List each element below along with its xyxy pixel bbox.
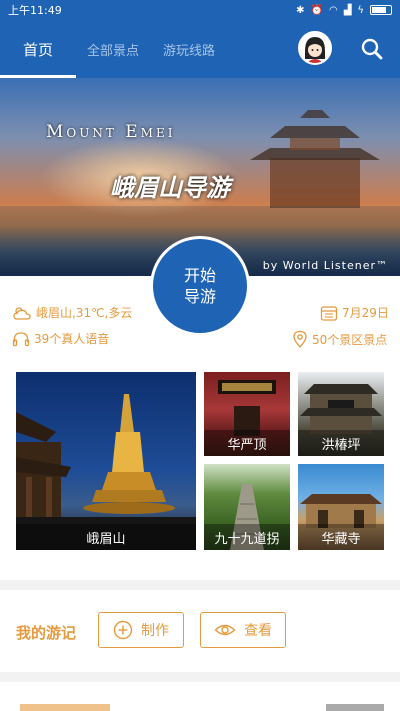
next-section-peek: [0, 682, 400, 711]
bluetooth-icon: ✱: [296, 4, 305, 16]
audio-info: 39个真人语音: [12, 330, 109, 347]
date-text: 7月29日: [342, 306, 389, 320]
tab-routes[interactable]: 游玩线路: [163, 20, 215, 78]
status-bar: 上午11:49 ✱ ⏰ ◠ ▟ ϟ: [0, 0, 400, 20]
battery-icon: [370, 5, 392, 15]
start-guide-line1: 开始: [183, 266, 216, 285]
start-guide-line2: 导游: [183, 287, 216, 306]
view-journal-label: 查看: [244, 623, 272, 639]
weather-text: 峨眉山,31℃,多云: [36, 306, 133, 320]
banner-credit: by World Listener™: [262, 259, 388, 272]
wifi-icon: ◠: [328, 4, 338, 16]
spot-tile-hongchunping[interactable]: 洪椿坪: [298, 372, 384, 456]
audio-text: 39个真人语音: [34, 332, 110, 346]
view-journal-button[interactable]: 查看: [200, 612, 286, 648]
tab-all-spots[interactable]: 全部景点: [87, 20, 139, 78]
spot-tile-label: 华藏寺: [298, 524, 384, 550]
search-button[interactable]: [360, 37, 384, 61]
status-time: 上午11:49: [8, 4, 62, 17]
user-avatar-icon: [300, 33, 330, 63]
banner-title-en: Mount Emei: [46, 122, 176, 142]
create-journal-button[interactable]: 制作: [98, 612, 184, 648]
search-icon: [361, 38, 383, 60]
start-guide-button[interactable]: 开始 导游: [150, 236, 250, 336]
spots-text: 50个景区景点: [312, 332, 388, 347]
top-nav: 首页 全部景点 游玩线路: [0, 20, 400, 78]
alarm-icon: ⏰: [310, 4, 323, 16]
spot-tile-label: 华严顶: [204, 430, 290, 456]
calendar-icon: [320, 305, 338, 321]
weather-info: 峨眉山,31℃,多云: [12, 304, 132, 321]
spot-tile-label: 九十九道拐: [204, 524, 290, 550]
spot-tile-huayanding[interactable]: 华严顶: [204, 372, 290, 456]
spot-tile-label: 洪椿坪: [298, 430, 384, 456]
cloud-sun-icon: [13, 306, 31, 320]
banner-title-cn: 峨眉山导游: [110, 174, 230, 202]
spot-tile-huazangsi[interactable]: 华藏寺: [298, 464, 384, 550]
spots-info: 50个景区景点: [292, 330, 387, 348]
plus-circle-icon: [113, 620, 133, 640]
my-journal-section: 我的游记 制作 查看: [0, 590, 400, 672]
date-info: 7月29日: [320, 304, 389, 321]
headphones-icon: [12, 331, 30, 346]
create-journal-label: 制作: [141, 623, 169, 639]
charging-icon: ϟ: [357, 4, 364, 16]
location-pin-icon: [293, 330, 307, 348]
eye-icon: [214, 624, 236, 636]
tab-home[interactable]: 首页: [0, 20, 76, 78]
spot-tile-label: 峨眉山: [16, 524, 196, 550]
my-journal-title: 我的游记: [16, 624, 77, 642]
avatar[interactable]: [298, 31, 332, 65]
spot-tile-jiushijiudaoguai[interactable]: 九十九道拐: [204, 464, 290, 550]
spot-tile-emeishan[interactable]: 峨眉山: [16, 372, 196, 550]
signal-icon: ▟: [343, 4, 352, 16]
